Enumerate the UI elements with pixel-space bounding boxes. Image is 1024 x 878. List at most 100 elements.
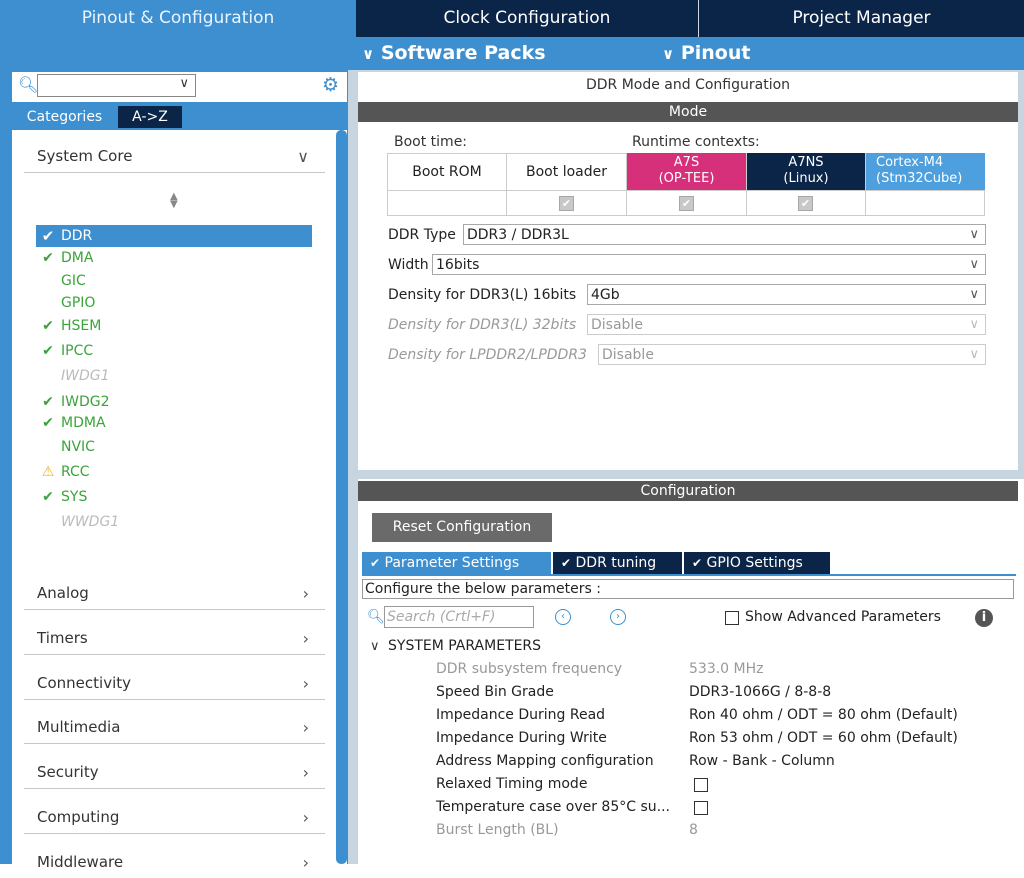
- sidebar-item-iwdg1[interactable]: IWDG1: [36, 365, 312, 387]
- density-lpddr-select: Disable ∨: [598, 344, 986, 365]
- category-system-core[interactable]: System Core ∨: [24, 128, 325, 173]
- parameter-search-input[interactable]: Search (Crtl+F): [384, 606, 534, 628]
- param-name: Speed Bin Grade: [436, 684, 554, 700]
- item-label: WWDG1: [61, 514, 120, 530]
- category-middleware[interactable]: Middleware ›: [24, 834, 325, 878]
- search-icon[interactable]: 🔍︎: [18, 75, 38, 94]
- density32-label: Density for DDR3(L) 32bits: [388, 317, 577, 333]
- check-circle-icon: ✔: [692, 556, 703, 570]
- relaxed-timing-checkbox[interactable]: [694, 778, 708, 792]
- sidebar-item-rcc[interactable]: ⚠︎ RCC: [36, 461, 312, 483]
- chevron-right-icon: ›: [302, 718, 309, 737]
- param-value[interactable]: Ron 53 ohm / ODT = 60 ohm (Default): [689, 730, 958, 746]
- category-label: System Core: [37, 147, 133, 165]
- sort-icon[interactable]: ▲ ▼: [170, 192, 178, 210]
- sidebar-item-gic[interactable]: GIC: [36, 270, 312, 292]
- item-label: RCC: [61, 464, 90, 480]
- tab-gpio-settings[interactable]: ✔ GPIO Settings: [684, 552, 830, 574]
- category-label: Timers: [37, 629, 88, 647]
- category-computing[interactable]: Computing ›: [24, 789, 325, 834]
- check-icon: ✔: [42, 250, 54, 266]
- chevron-right-icon: ›: [302, 584, 309, 603]
- width-label: Width: [388, 257, 429, 273]
- show-advanced-checkbox[interactable]: [725, 611, 739, 625]
- context-label: A7S: [673, 155, 700, 170]
- tab-ddr-tuning[interactable]: ✔ DDR tuning: [553, 552, 682, 574]
- reset-configuration-button[interactable]: Reset Configuration: [372, 513, 552, 542]
- boot-loader-checkbox: ✔: [559, 196, 574, 211]
- select-value: DDR3 / DDR3L: [467, 227, 569, 243]
- boot-time-label: Boot time:: [394, 134, 468, 150]
- density16-label: Density for DDR3(L) 16bits: [388, 287, 577, 303]
- sidebar-item-hsem[interactable]: ✔ HSEM: [36, 315, 312, 337]
- boot-rom-label: Boot ROM: [412, 164, 482, 180]
- show-advanced-label: Show Advanced Parameters: [745, 609, 941, 625]
- gear-icon[interactable]: ⚙: [322, 74, 339, 96]
- tab-parameter-settings[interactable]: ✔ Parameter Settings: [362, 552, 551, 574]
- category-label: Middleware: [37, 853, 124, 871]
- category-label: Computing: [37, 808, 120, 826]
- chevron-right-icon: ›: [302, 674, 309, 693]
- tab-pinout-configuration[interactable]: Pinout & Configuration: [0, 0, 356, 37]
- sidebar-item-gpio[interactable]: GPIO: [36, 292, 312, 314]
- param-name: Impedance During Read: [436, 707, 606, 723]
- tab-label: GPIO Settings: [706, 555, 803, 571]
- item-label: DMA: [61, 250, 94, 266]
- param-value[interactable]: DDR3-1066G / 8-8-8: [689, 684, 831, 700]
- category-multimedia[interactable]: Multimedia ›: [24, 699, 325, 744]
- search-icon: 🔍︎: [367, 609, 385, 625]
- param-value[interactable]: Row - Bank - Column: [689, 753, 835, 769]
- sidebar-item-iwdg2[interactable]: ✔ IWDG2: [36, 391, 312, 413]
- sidebar-item-wwdg1[interactable]: WWDG1: [36, 511, 312, 533]
- next-icon[interactable]: ›: [610, 609, 626, 625]
- select-value: 4Gb: [591, 287, 620, 303]
- configure-text: Configure the below parameters :: [362, 579, 1014, 599]
- sidebar-item-sys[interactable]: ✔ SYS: [36, 486, 312, 508]
- tab-clock-configuration[interactable]: Clock Configuration: [356, 0, 698, 37]
- sidebar-item-nvic[interactable]: NVIC: [36, 436, 312, 458]
- item-label: NVIC: [61, 439, 95, 455]
- tab-label: Parameter Settings: [384, 555, 520, 571]
- item-label: SYS: [61, 489, 88, 505]
- chevron-right-icon: ›: [302, 853, 309, 872]
- category-label: Multimedia: [37, 718, 121, 736]
- sidebar-item-ddr[interactable]: ✔ DDR: [36, 225, 312, 247]
- ddr-type-select[interactable]: DDR3 / DDR3L ∨: [463, 224, 986, 245]
- param-name: Impedance During Write: [436, 730, 607, 746]
- density16-select[interactable]: 4Gb ∨: [587, 284, 986, 305]
- category-connectivity[interactable]: Connectivity ›: [24, 655, 325, 700]
- section-chevron-icon[interactable]: ∨: [370, 639, 380, 654]
- context-sub: (Linux): [783, 171, 829, 186]
- sidebar-item-ipcc[interactable]: ✔ IPCC: [36, 340, 312, 362]
- tab-project-manager[interactable]: Project Manager: [698, 0, 1024, 37]
- category-timers[interactable]: Timers ›: [24, 610, 325, 655]
- temperature-case-checkbox[interactable]: [694, 801, 708, 815]
- sidebar-item-dma[interactable]: ✔ DMA: [36, 247, 312, 269]
- a7ns-checkbox: ✔: [798, 196, 813, 211]
- item-label: IWDG1: [61, 368, 110, 384]
- context-a7s: A7S (OP-TEE): [627, 153, 746, 190]
- category-security[interactable]: Security ›: [24, 744, 325, 789]
- info-icon[interactable]: i: [975, 609, 993, 627]
- ddr-type-label: DDR Type: [388, 227, 456, 243]
- context-sub: (Stm32Cube): [876, 171, 963, 186]
- category-analog[interactable]: Analog ›: [24, 565, 325, 610]
- previous-icon[interactable]: ‹: [555, 609, 571, 625]
- chevron-down-icon: ∨: [179, 76, 189, 91]
- software-packs-label: Software Packs: [380, 42, 546, 64]
- param-value: 533.0 MHz: [689, 661, 764, 677]
- item-label: MDMA: [61, 415, 106, 431]
- context-sub: (OP-TEE): [658, 171, 715, 186]
- search-combo[interactable]: ∨: [37, 74, 196, 97]
- sidebar-item-mdma[interactable]: ✔ MDMA: [36, 412, 312, 434]
- width-select[interactable]: 16bits ∨: [432, 254, 986, 275]
- left-scrollbar[interactable]: [336, 130, 347, 864]
- select-value: Disable: [602, 347, 654, 363]
- tab-a-z[interactable]: A->Z: [118, 106, 182, 128]
- tab-categories[interactable]: Categories: [12, 106, 117, 128]
- context-a7ns: A7NS (Linux): [747, 153, 865, 190]
- software-packs-menu[interactable]: ∨ Software Packs: [362, 37, 546, 70]
- param-value[interactable]: Ron 40 ohm / ODT = 80 ohm (Default): [689, 707, 958, 723]
- panel-title: DDR Mode and Configuration: [585, 77, 791, 93]
- pinout-menu[interactable]: ∨ Pinout: [662, 37, 750, 70]
